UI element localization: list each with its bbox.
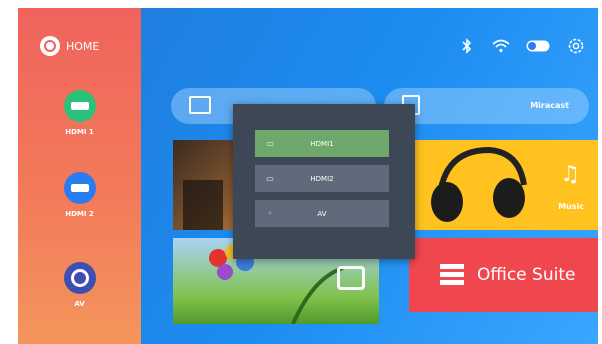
toggle-icon[interactable] (525, 36, 551, 56)
home-icon (40, 36, 60, 56)
screen-mirror-icon (189, 96, 211, 114)
home-button[interactable]: HOME (40, 36, 99, 56)
home-label: HOME (66, 39, 100, 53)
source-hdmi1-label: HDMI 1 (65, 128, 94, 136)
popup-option-av-label: AV (317, 209, 327, 218)
hdmi-plug-icon (63, 172, 96, 204)
music-note-icon: ♫ (560, 162, 580, 187)
source-hdmi2-label: HDMI 2 (65, 210, 94, 218)
source-hdmi1[interactable]: HDMI 1 (18, 90, 141, 136)
av-ring-icon (63, 262, 96, 294)
miracast-label: Miracast (530, 101, 569, 110)
source-select-popup: ▭ HDMI1 ▭ HDMI2 ◦ AV (233, 104, 415, 259)
document-icon (440, 264, 464, 285)
music-label: Music (558, 202, 584, 211)
av-ring-icon: ◦ (267, 209, 273, 218)
projector-home-screen: HOME HDMI 1 HDMI 2 AV Miracast ♫ Music O… (18, 8, 598, 344)
hdmi-plug-icon: ▭ (266, 174, 274, 183)
popup-option-av[interactable]: ◦ AV (255, 200, 389, 227)
settings-gear-icon[interactable] (566, 36, 586, 56)
source-av-label: AV (74, 300, 85, 308)
popup-option-hdmi1-label: HDMI1 (310, 139, 334, 148)
source-hdmi2[interactable]: HDMI 2 (18, 172, 141, 218)
hdmi-plug-icon: ▭ (266, 139, 274, 148)
source-sidebar: HOME HDMI 1 HDMI 2 AV (18, 8, 141, 344)
photo-icon (337, 266, 365, 290)
popup-option-hdmi2[interactable]: ▭ HDMI2 (255, 165, 389, 192)
hdmi-plug-icon (63, 90, 96, 122)
popup-option-hdmi2-label: HDMI2 (310, 174, 334, 183)
office-suite-tile[interactable]: Office Suite (409, 238, 598, 312)
office-suite-label: Office Suite (477, 265, 576, 285)
source-av[interactable]: AV (18, 262, 141, 308)
wifi-icon (491, 36, 511, 56)
bluetooth-icon (457, 36, 477, 56)
popup-option-hdmi1[interactable]: ▭ HDMI1 (255, 130, 389, 157)
music-tile[interactable]: ♫ Music (409, 140, 598, 230)
